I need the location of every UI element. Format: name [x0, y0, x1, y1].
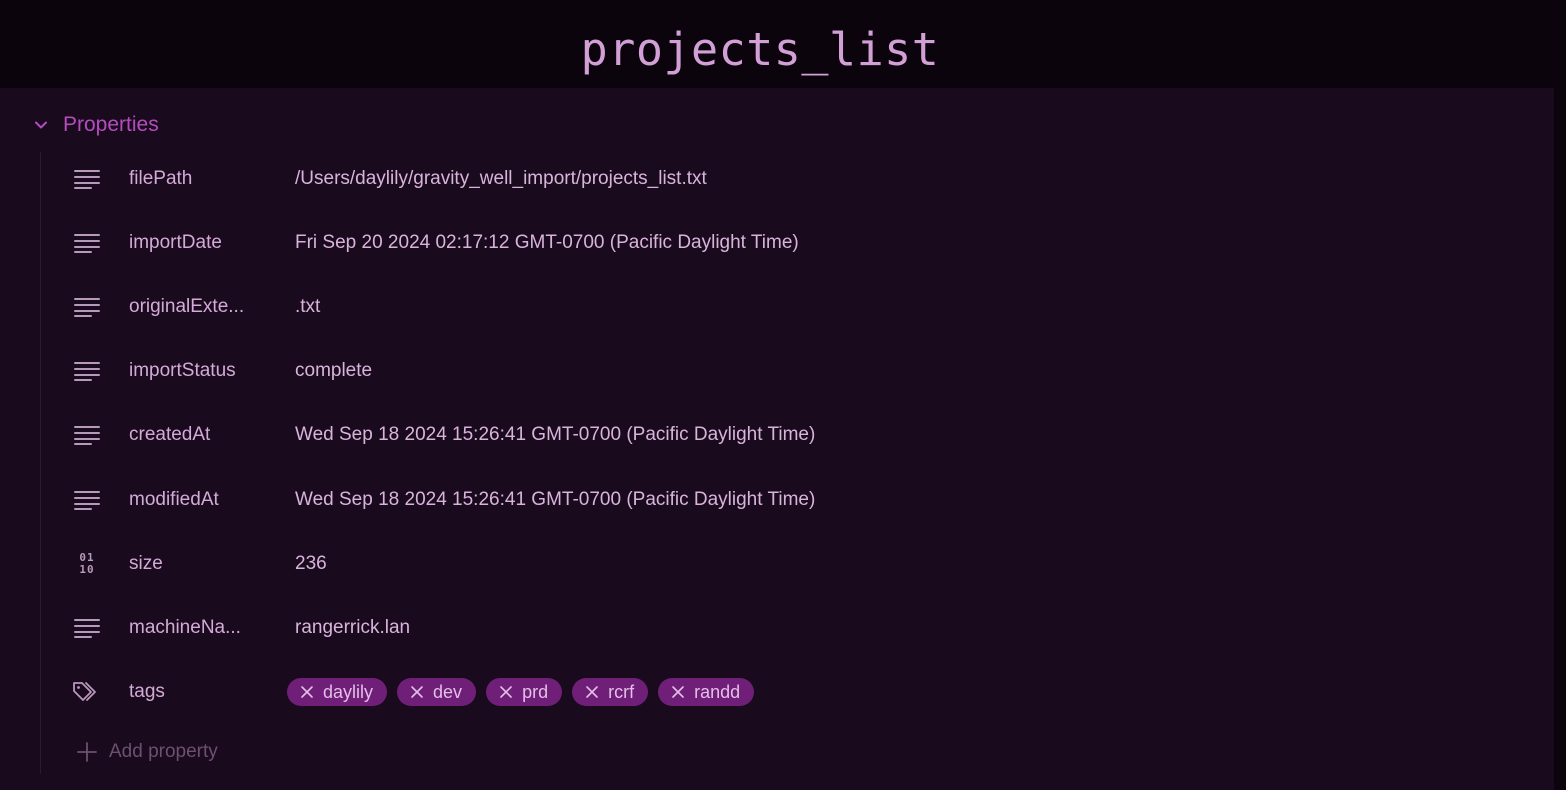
property-value[interactable]: /Users/daylily/gravity_well_import/proje… [295, 168, 707, 190]
property-value[interactable]: Wed Sep 18 2024 15:26:41 GMT-0700 (Pacif… [295, 424, 815, 446]
properties-toggle[interactable]: Properties [28, 108, 159, 142]
tag-pill[interactable]: randd [658, 678, 755, 706]
property-value[interactable]: Wed Sep 18 2024 15:26:41 GMT-0700 (Pacif… [295, 489, 815, 511]
tag-label: randd [694, 681, 741, 702]
number-icon-bottom: 10 [79, 563, 95, 576]
tag-label: daylily [323, 681, 374, 702]
property-key[interactable]: size [129, 553, 279, 575]
property-value[interactable]: Fri Sep 20 2024 02:17:12 GMT-0700 (Pacif… [295, 232, 799, 254]
tag-label: rcrf [608, 681, 635, 702]
tag-pill[interactable]: daylily [287, 678, 388, 706]
property-row-machinename: machineNa... rangerrick.lan [64, 606, 1524, 650]
note-title[interactable]: projects_list [0, 22, 1520, 78]
text-lines-icon[interactable] [64, 157, 110, 201]
property-row-originalextension: originalExte... .txt [64, 285, 1524, 329]
property-key[interactable]: tags [129, 681, 279, 703]
chevron-down-icon [28, 112, 54, 138]
property-key[interactable]: modifiedAt [129, 489, 279, 511]
property-value[interactable]: 236 [295, 553, 327, 575]
properties-guide-line [40, 152, 41, 774]
property-key[interactable]: importDate [129, 232, 279, 254]
property-row-size: 01 10 size 236 [64, 542, 1524, 586]
number-icon[interactable]: 01 10 [64, 542, 110, 586]
text-lines-icon[interactable] [64, 606, 110, 650]
property-key[interactable]: machineNa... [129, 617, 279, 639]
close-icon[interactable] [299, 684, 315, 700]
close-icon[interactable] [670, 684, 686, 700]
property-value[interactable]: complete [295, 360, 372, 382]
text-lines-icon[interactable] [64, 285, 110, 329]
add-property-button[interactable]: Add property [74, 736, 218, 768]
properties-heading: Properties [63, 113, 159, 136]
tag-label: prd [522, 681, 549, 702]
property-value[interactable]: rangerrick.lan [295, 617, 410, 639]
plus-icon [74, 739, 100, 765]
text-lines-icon[interactable] [64, 221, 110, 265]
property-row-createdat: createdAt Wed Sep 18 2024 15:26:41 GMT-0… [64, 413, 1524, 457]
tag-pill[interactable]: dev [397, 678, 477, 706]
tag-pill[interactable]: rcrf [572, 678, 649, 706]
property-row-tags: tags daylily dev prd rcrf randd [64, 670, 1524, 714]
property-row-importstatus: importStatus complete [64, 349, 1524, 393]
tag-pill[interactable]: prd [486, 678, 563, 706]
text-lines-icon[interactable] [64, 413, 110, 457]
property-key[interactable]: filePath [129, 168, 279, 190]
property-row-importdate: importDate Fri Sep 20 2024 02:17:12 GMT-… [64, 221, 1524, 265]
scrollbar-track[interactable] [1554, 88, 1566, 790]
tags-icon[interactable] [64, 670, 110, 714]
property-row-modifiedat: modifiedAt Wed Sep 18 2024 15:26:41 GMT-… [64, 478, 1524, 522]
property-key[interactable]: importStatus [129, 360, 279, 382]
property-row-filepath: filePath /Users/daylily/gravity_well_imp… [64, 157, 1524, 201]
add-property-label: Add property [109, 741, 218, 762]
property-value[interactable]: .txt [295, 296, 320, 318]
property-key[interactable]: createdAt [129, 424, 279, 446]
close-icon[interactable] [584, 684, 600, 700]
property-key[interactable]: originalExte... [129, 296, 279, 318]
tag-list: daylily dev prd rcrf randd [287, 678, 755, 706]
text-lines-icon[interactable] [64, 349, 110, 393]
close-icon[interactable] [409, 684, 425, 700]
tag-label: dev [433, 681, 463, 702]
close-icon[interactable] [498, 684, 514, 700]
text-lines-icon[interactable] [64, 478, 110, 522]
